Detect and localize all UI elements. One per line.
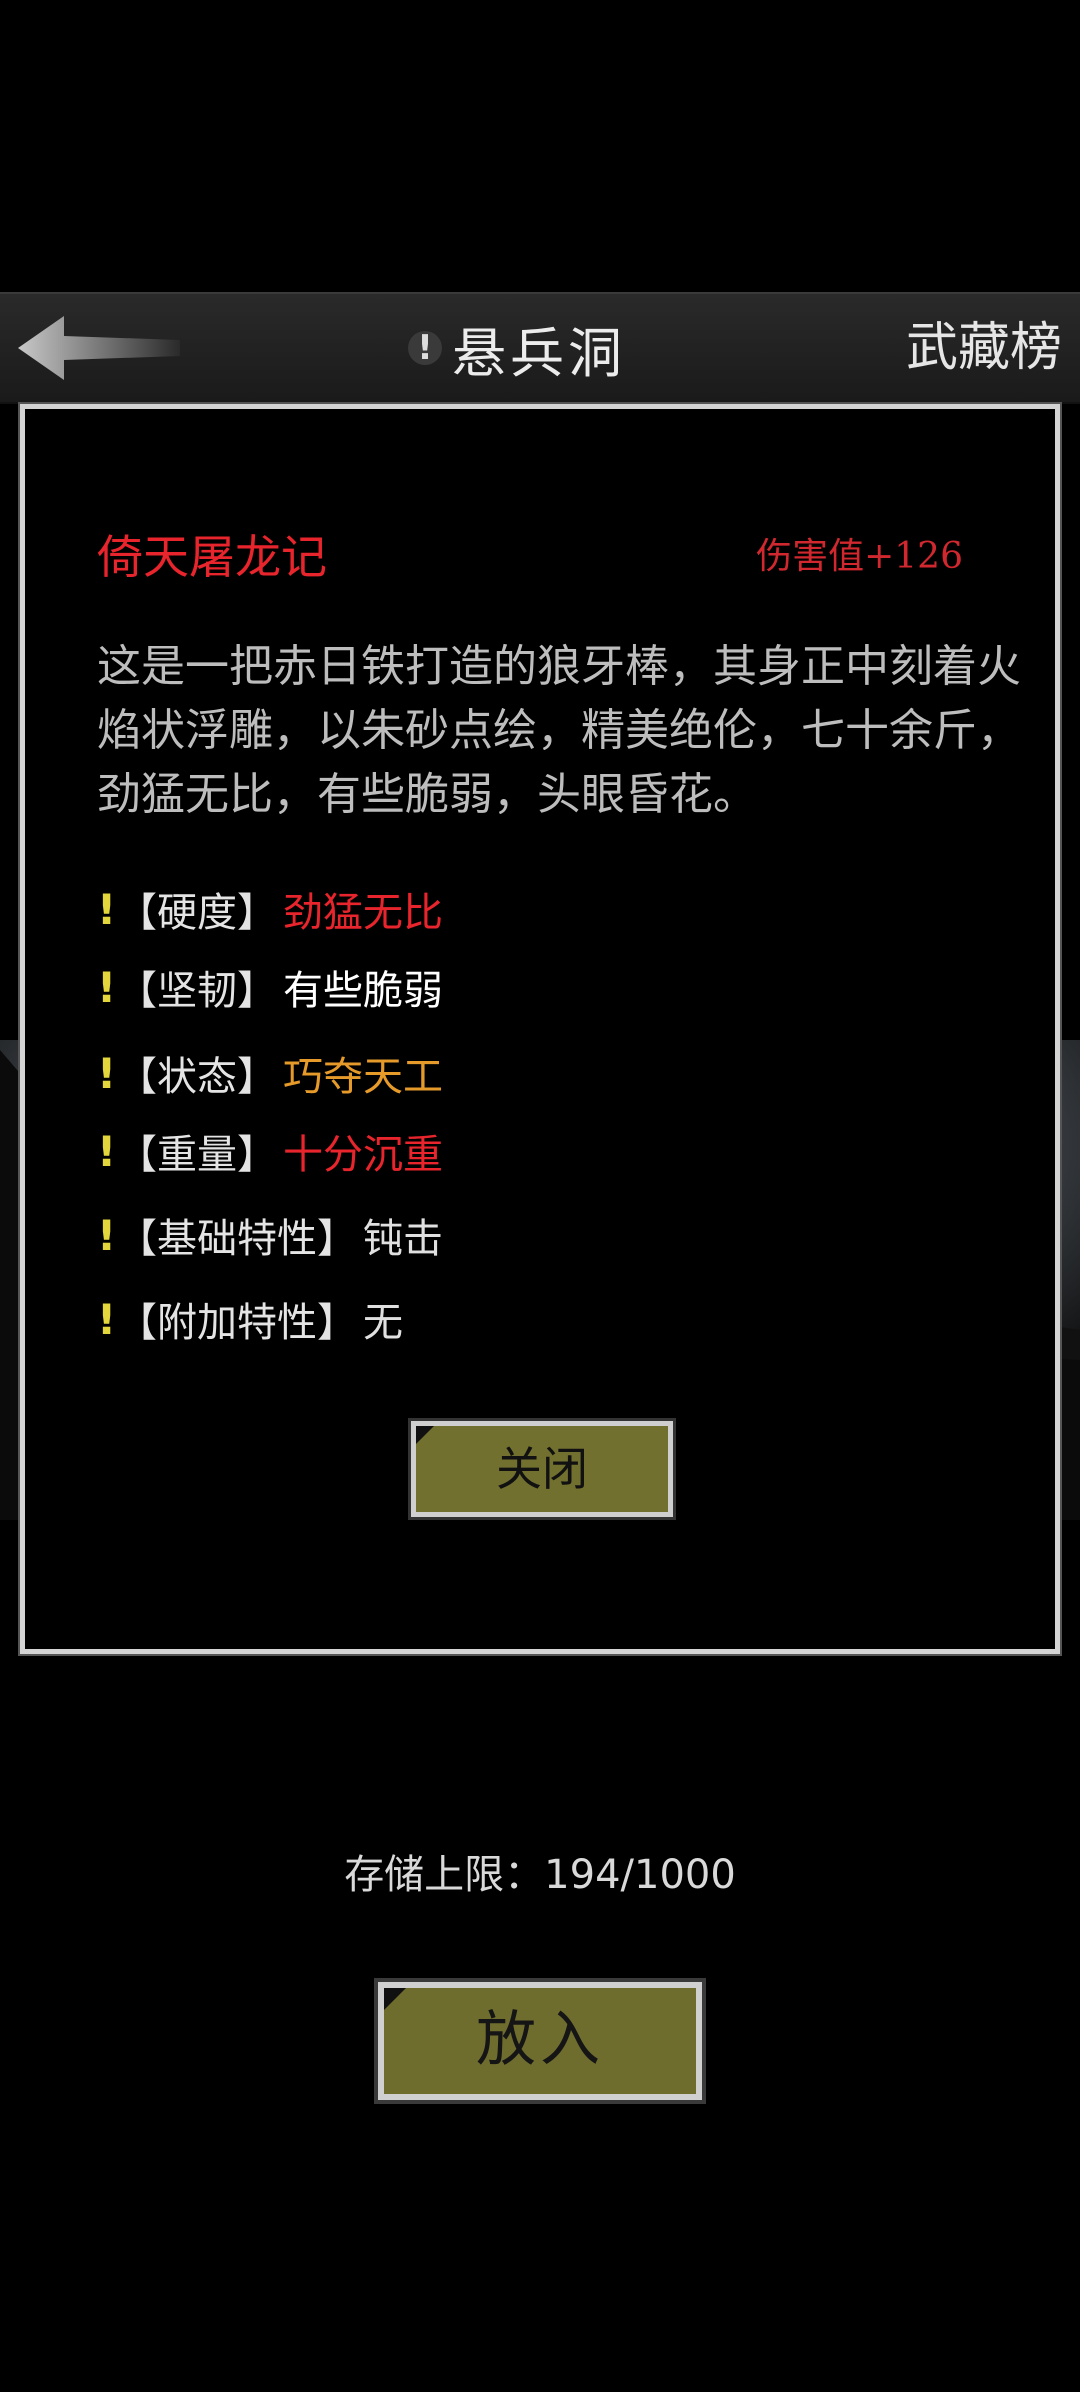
attribute-label: 【附加特性】 [117,1300,357,1346]
attribute-value: 无 [363,1300,403,1346]
item-damage: 伤害值+126 [756,536,963,577]
storage-limit: 存储上限：194/1000 [344,1852,736,1898]
attribute-label: 【基础特性】 [117,1216,357,1262]
attribute-row-hardness: ! 【硬度】 劲猛无比 [97,879,443,939]
attribute-value: 十分沉重 [283,1132,443,1178]
game-screen: ! 悬兵洞 武藏榜 倚天屠龙记 伤害值+126 这是一把赤日铁打造的狼牙棒，其身… [0,0,1080,2392]
attribute-row-weight: ! 【重量】 十分沉重 [97,1121,443,1181]
alert-mark-icon: ! [97,1210,117,1260]
attribute-row-state: ! 【状态】 巧夺天工 [97,1043,443,1103]
top-bar: ! 悬兵洞 武藏榜 [0,292,1080,404]
page-title: 悬兵洞 [452,321,626,385]
attribute-value: 钝击 [363,1216,443,1262]
attribute-row-extra-trait: ! 【附加特性】 无 [97,1289,403,1349]
back-button[interactable] [14,312,184,384]
attribute-row-toughness: ! 【坚韧】 有些脆弱 [97,957,443,1017]
attribute-value: 巧夺天工 [283,1054,443,1100]
attribute-row-base-trait: ! 【基础特性】 钝击 [97,1205,443,1265]
item-detail-panel: 倚天屠龙记 伤害值+126 这是一把赤日铁打造的狼牙棒，其身正中刻着火焰状浮雕，… [20,404,1060,1654]
attribute-value: 劲猛无比 [283,890,443,936]
alert-mark-icon: ! [97,962,117,1012]
alert-mark-icon: ! [97,1294,117,1344]
attribute-label: 【重量】 [117,1132,277,1178]
header-title-group: ! 悬兵洞 [408,310,626,386]
attribute-label: 【硬度】 [117,890,277,936]
item-name: 倚天屠龙记 [97,530,327,584]
close-button[interactable]: 关闭 [411,1421,673,1517]
alert-mark-icon: ! [97,1126,117,1176]
alert-mark-icon: ! [97,884,117,934]
put-in-button[interactable]: 放入 [378,1982,702,2100]
alert-mark-icon: ! [97,1048,117,1098]
ranking-link[interactable]: 武藏榜 [906,310,1062,386]
item-description: 这是一把赤日铁打造的狼牙棒，其身正中刻着火焰状浮雕，以朱砂点绘，精美绝伦，七十余… [97,641,1021,820]
attribute-label: 【坚韧】 [117,968,277,1014]
attribute-label: 【状态】 [117,1054,277,1100]
attribute-value: 有些脆弱 [283,968,443,1014]
back-arrow-icon [18,316,180,380]
alert-icon: ! [408,331,442,365]
